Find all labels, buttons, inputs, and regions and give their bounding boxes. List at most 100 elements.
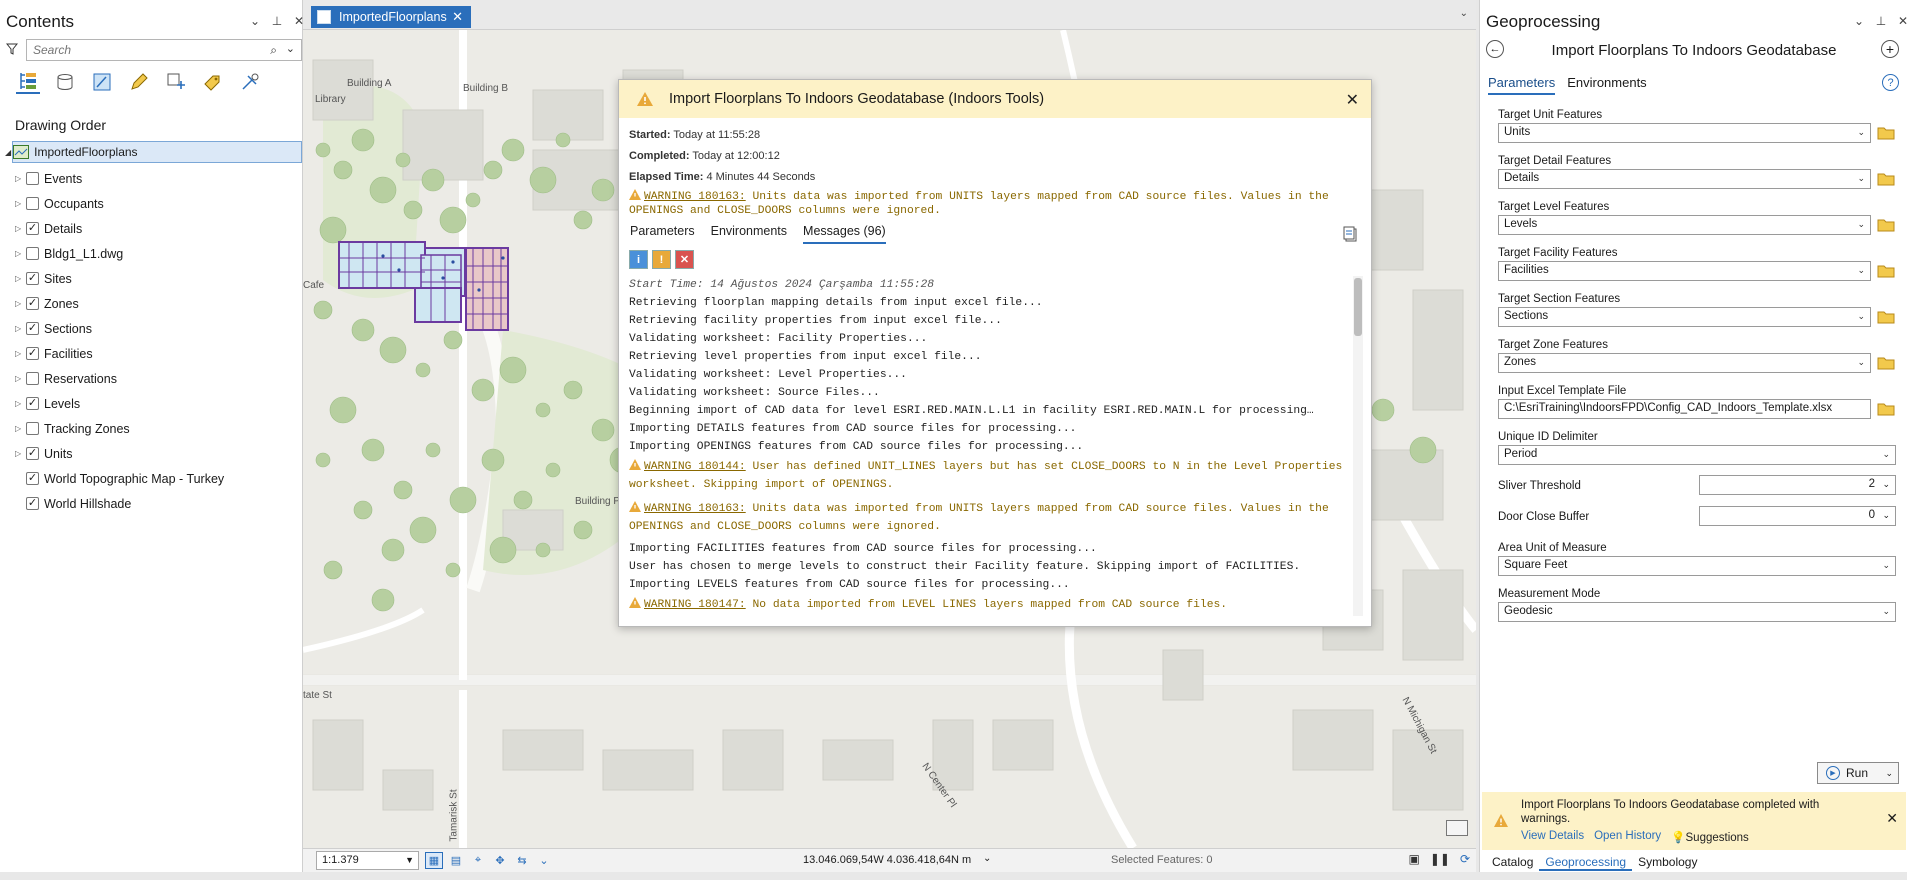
close-icon[interactable]: ✕ (1896, 14, 1907, 28)
folder-icon[interactable] (1877, 402, 1895, 416)
layer-visibility-checkbox[interactable] (26, 372, 39, 385)
door-close-buffer-input[interactable]: 0 ⌄ (1699, 506, 1896, 526)
fixed-zoom-icon[interactable]: ▦ (425, 852, 443, 869)
stepper-icon[interactable]: ⌄ (1882, 479, 1890, 490)
copy-icon[interactable] (1343, 226, 1357, 242)
pin-icon[interactable]: ⊥ (1874, 14, 1888, 28)
chevron-down-icon[interactable]: ⌄ (535, 852, 553, 869)
pin-icon[interactable]: ⊥ (270, 14, 284, 28)
folder-icon[interactable] (1877, 310, 1895, 324)
error-filter-button[interactable]: ✕ (675, 250, 694, 269)
chevron-down-icon[interactable]: ⌄ (1882, 606, 1890, 617)
layer-row[interactable]: ▷ Reservations (0, 366, 300, 391)
chevron-down-icon[interactable]: ⌄ (1882, 449, 1890, 460)
folder-icon[interactable] (1877, 218, 1895, 232)
warning-code-link[interactable]: WARNING 180163: (644, 503, 746, 515)
snapping-icon[interactable]: ⌖ (469, 852, 487, 869)
messages-scrollbar[interactable] (1353, 276, 1363, 616)
warning-code-link[interactable]: WARNING 180144: (644, 461, 746, 473)
param-dropdown[interactable]: Sections ⌄ (1498, 307, 1871, 327)
layer-row[interactable]: ✓ World Hillshade (0, 491, 300, 516)
list-by-drawing-order-button[interactable] (16, 70, 40, 94)
layer-row[interactable]: ✓ World Topographic Map - Turkey (0, 466, 300, 491)
table-icon[interactable]: ▣ (1408, 852, 1419, 866)
layer-row[interactable]: ▷ Tracking Zones (0, 416, 300, 441)
param-dropdown[interactable]: Units ⌄ (1498, 123, 1871, 143)
list-by-perspective-button[interactable] (238, 70, 262, 94)
info-filter-button[interactable]: i (629, 250, 648, 269)
layer-visibility-checkbox[interactable]: ✓ (26, 447, 39, 460)
sliver-threshold-input[interactable]: 2 ⌄ (1699, 475, 1896, 495)
close-icon[interactable]: ✕ (1346, 90, 1359, 110)
layer-visibility-checkbox[interactable]: ✓ (26, 347, 39, 360)
chevron-down-icon[interactable]: ⌄ (1885, 768, 1893, 779)
list-by-selection-button[interactable] (90, 70, 114, 94)
layer-row[interactable]: ▷ ✓ Zones (0, 291, 300, 316)
chevron-down-icon[interactable]: ⌄ (1460, 8, 1468, 19)
tab-parameters[interactable]: Parameters (1488, 75, 1556, 95)
list-by-source-button[interactable] (53, 70, 77, 94)
tab-parameters[interactable]: Parameters (630, 224, 695, 244)
param-dropdown[interactable]: Details ⌄ (1498, 169, 1871, 189)
folder-icon[interactable] (1877, 264, 1895, 278)
param-dropdown[interactable]: Square Feet ⌄ (1498, 556, 1896, 576)
layer-visibility-checkbox[interactable]: ✓ (26, 272, 39, 285)
expand-triangle-icon[interactable]: ▷ (15, 174, 21, 183)
search-input[interactable] (27, 40, 247, 60)
layer-visibility-checkbox[interactable]: ✓ (26, 297, 39, 310)
pause-icon[interactable]: ❚❚ (1430, 852, 1450, 866)
map-layer-root[interactable]: ◢ ImportedFloorplans (5, 141, 302, 163)
folder-icon[interactable] (1877, 172, 1895, 186)
layer-visibility-checkbox[interactable]: ✓ (26, 497, 39, 510)
warning-code-link[interactable]: WARNING 180163: (644, 191, 746, 203)
stepper-icon[interactable]: ⌄ (1882, 510, 1890, 521)
layer-row[interactable]: ▷ Bldg1_L1.dwg (0, 241, 300, 266)
chevron-down-icon[interactable]: ⌄ (286, 42, 295, 55)
search-icon[interactable]: ⌕ (270, 43, 277, 58)
chevron-down-icon[interactable]: ⌄ (1857, 173, 1865, 184)
tab-geoprocessing[interactable]: Geoprocessing (1539, 855, 1633, 871)
expand-triangle-icon[interactable]: ▷ (15, 449, 21, 458)
tab-catalog[interactable]: Catalog (1486, 855, 1539, 871)
layer-row[interactable]: ▷ ✓ Sections (0, 316, 300, 341)
folder-icon[interactable] (1877, 126, 1895, 140)
chevron-down-icon[interactable]: ⌄ (248, 14, 262, 28)
expand-triangle-icon[interactable]: ▷ (15, 324, 21, 333)
layer-row[interactable]: ▷ Occupants (0, 191, 300, 216)
refresh-icon[interactable]: ⟳ (1460, 852, 1470, 866)
layer-visibility-checkbox[interactable] (26, 197, 39, 210)
layer-visibility-checkbox[interactable] (26, 247, 39, 260)
param-dropdown[interactable]: Geodesic ⌄ (1498, 602, 1896, 622)
view-details-link[interactable]: View Details (1521, 830, 1584, 844)
param-dropdown[interactable]: Period ⌄ (1498, 445, 1896, 465)
close-icon[interactable]: ✕ (452, 9, 463, 25)
table-of-contents-icon[interactable] (1446, 820, 1468, 836)
expand-triangle-icon[interactable]: ▷ (15, 424, 21, 433)
layer-visibility-checkbox[interactable]: ✓ (26, 222, 39, 235)
add-button[interactable]: + (1881, 40, 1899, 58)
layer-row[interactable]: ▷ ✓ Facilities (0, 341, 300, 366)
rotate-icon[interactable]: ⇆ (513, 852, 531, 869)
excel-file-input[interactable]: C:\EsriTraining\IndoorsFPD\Config_CAD_In… (1498, 399, 1871, 419)
scrollbar-thumb[interactable] (1354, 278, 1362, 336)
list-by-snapping-button[interactable] (164, 70, 188, 94)
tab-messages[interactable]: Messages (96) (803, 224, 886, 244)
chevron-down-icon[interactable]: ⌄ (1882, 560, 1890, 571)
chevron-down-icon[interactable]: ⌄ (983, 853, 991, 864)
suggestions-link[interactable]: 💡Suggestions (1671, 830, 1749, 844)
chevron-down-icon[interactable]: ⌄ (1857, 265, 1865, 276)
chevron-down-icon[interactable]: ⌄ (1857, 357, 1865, 368)
expand-triangle-icon[interactable]: ▷ (15, 399, 21, 408)
expand-triangle-icon[interactable]: ▷ (15, 224, 21, 233)
close-icon[interactable]: ✕ (1886, 810, 1898, 827)
chevron-down-icon[interactable]: ⌄ (1852, 14, 1866, 28)
tab-environments[interactable]: Environments (1567, 75, 1646, 95)
expand-triangle-icon[interactable]: ▷ (15, 249, 21, 258)
expand-triangle-icon[interactable]: ▷ (15, 299, 21, 308)
layer-row[interactable]: ▷ Events (0, 166, 300, 191)
search-box[interactable]: ⌕ ⌄ (26, 39, 302, 61)
param-dropdown[interactable]: Facilities ⌄ (1498, 261, 1871, 281)
run-button[interactable]: ▶ Run ⌄ (1817, 762, 1899, 784)
warning-code-link[interactable]: WARNING 180147: (644, 599, 746, 611)
warning-filter-button[interactable]: ! (652, 250, 671, 269)
